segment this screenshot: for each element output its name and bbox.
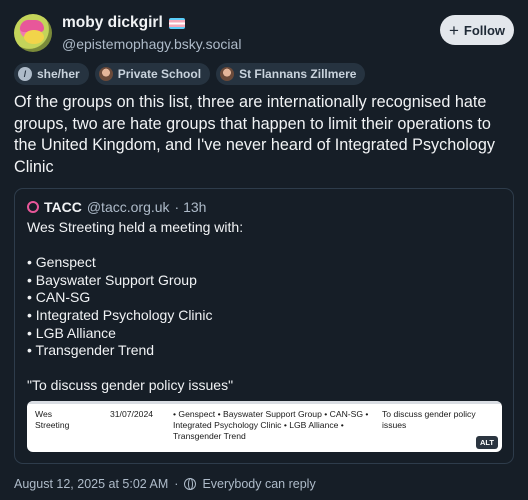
- trans-flag-icon: [168, 17, 185, 29]
- list-item: • Integrated Psychology Clinic: [27, 306, 213, 323]
- plus-icon: +: [448, 20, 459, 40]
- quote-author-name[interactable]: TACC: [44, 199, 82, 215]
- profile-badges: / she/her Private School St Flannans Zil…: [14, 63, 366, 85]
- quote-intro: Wes Streeting held a meeting with:: [27, 219, 244, 235]
- quote-author-handle[interactable]: @tacc.org.uk: [87, 199, 170, 215]
- list-item: • Genspect: [27, 254, 96, 271]
- post-text: Of the groups on this list, three are in…: [14, 93, 495, 176]
- badge-st-flannans[interactable]: St Flannans Zillmere: [216, 63, 366, 85]
- post-timestamp[interactable]: August 12, 2025 at 5:02 AM: [14, 477, 168, 491]
- meta-separator: ·: [174, 477, 179, 491]
- alt-text-badge[interactable]: ALT: [475, 436, 498, 449]
- list-item: • CAN-SG: [27, 289, 91, 306]
- quoted-post[interactable]: TACC @tacc.org.uk · 13h Wes Streeting he…: [14, 188, 514, 464]
- quote-time: · 13h: [174, 199, 207, 215]
- post-header: moby dickgirl @epistemophagy.bsky.social…: [14, 13, 514, 57]
- author-names: moby dickgirl @epistemophagy.bsky.social: [62, 14, 241, 52]
- reply-setting[interactable]: Everybody can reply: [202, 477, 315, 491]
- globe-icon: [184, 478, 197, 490]
- avatar-icon: [220, 67, 235, 81]
- embedded-image[interactable]: Wes Streeting 31/07/2024 • Genspect • Ba…: [27, 401, 502, 452]
- quote-header: TACC @tacc.org.uk · 13h: [27, 199, 206, 215]
- badge-label: she/her: [37, 67, 80, 81]
- badge-label: Private School: [117, 67, 202, 81]
- badge-private-school[interactable]: Private School: [94, 63, 211, 85]
- follow-label: Follow: [463, 22, 506, 38]
- badge-label: St Flannans Zillmere: [239, 67, 357, 81]
- follow-button[interactable]: + Follow: [440, 15, 514, 45]
- quote-body: Wes Streeting held a meeting with: • Gen…: [27, 219, 497, 395]
- embed-date: 31/07/2024: [110, 409, 154, 419]
- author-display-name[interactable]: moby dickgirl: [62, 14, 241, 32]
- quote-closing: "To discuss gender policy issues": [27, 377, 234, 394]
- tacc-logo-icon: [27, 201, 39, 213]
- embed-groups: • Genspect • Bayswater Support Group • C…: [173, 409, 369, 442]
- post-meta: August 12, 2025 at 5:02 AM · Everybody c…: [14, 477, 316, 491]
- list-item: • LGB Alliance: [27, 324, 116, 341]
- author-handle[interactable]: @epistemophagy.bsky.social: [62, 36, 241, 52]
- embed-who: Wes Streeting: [35, 409, 70, 431]
- author-avatar[interactable]: [14, 14, 52, 52]
- avatar-icon: [98, 67, 113, 81]
- slash-icon: /: [18, 67, 32, 81]
- embed-purpose: To discuss gender policy issues: [382, 409, 476, 431]
- list-item: • Bayswater Support Group: [27, 271, 197, 288]
- badge-pronouns[interactable]: / she/her: [14, 63, 89, 85]
- list-item: • Transgender Trend: [27, 342, 155, 359]
- display-name-text[interactable]: moby dickgirl: [62, 14, 163, 32]
